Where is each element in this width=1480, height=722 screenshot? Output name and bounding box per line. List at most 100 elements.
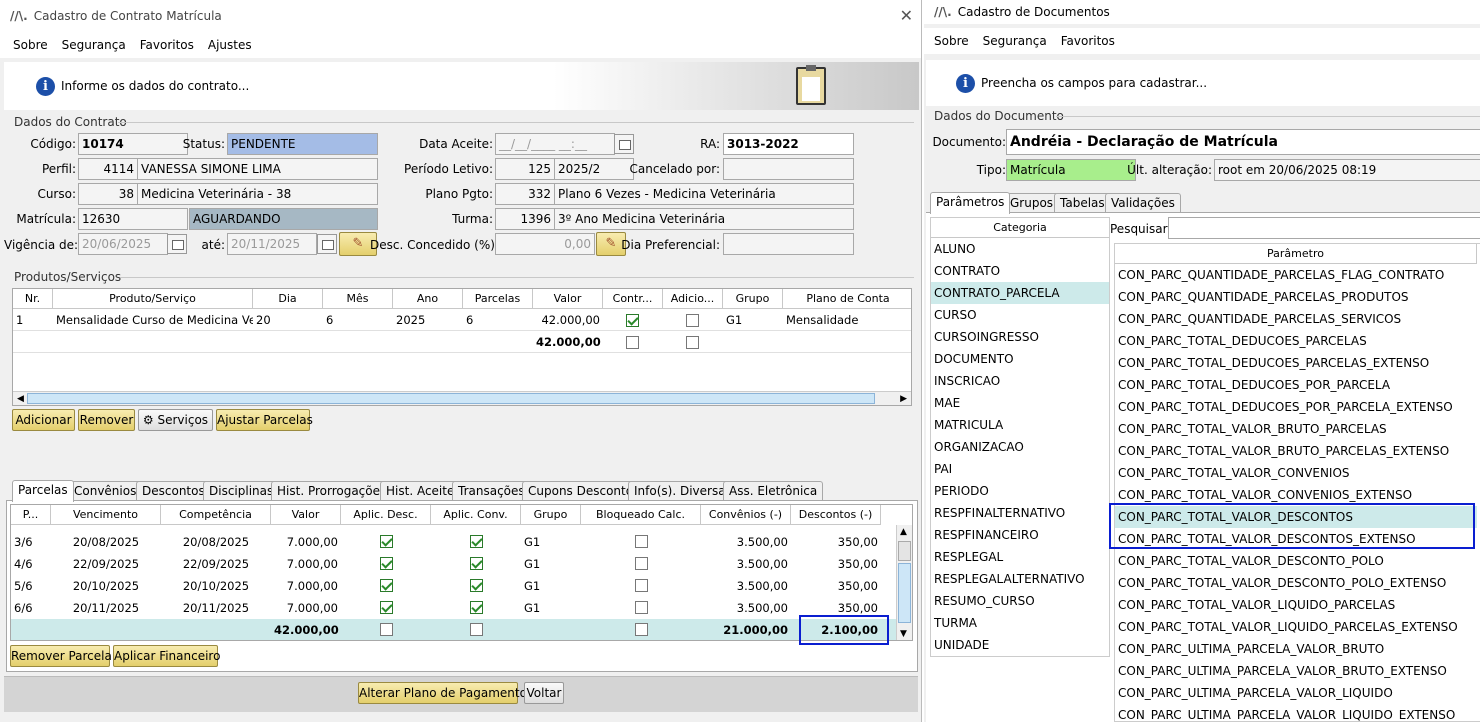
col-header[interactable]: Parcelas <box>463 289 533 309</box>
list-item[interactable]: CON_PARC_TOTAL_DEDUCOES_POR_PARCELA <box>1115 374 1477 396</box>
checkbox[interactable] <box>470 623 483 636</box>
list-item[interactable]: PAI <box>931 458 1109 480</box>
list-item[interactable]: CON_PARC_TOTAL_VALOR_BRUTO_PARCELAS <box>1115 418 1477 440</box>
plano-name-field[interactable]: Plano 6 Vezes - Medicina Veterinária <box>554 183 854 205</box>
col-header[interactable]: Descontos (-) <box>791 505 881 525</box>
tab-grupos[interactable]: Grupos <box>1004 193 1060 213</box>
tab-ass-eletronica[interactable]: Ass. Eletrônica <box>723 481 824 501</box>
list-item[interactable]: CURSO <box>931 304 1109 326</box>
col-header[interactable]: Dia <box>253 289 323 309</box>
categoria-header[interactable]: Categoria <box>931 218 1109 238</box>
list-item[interactable]: CON_PARC_QUANTIDADE_PARCELAS_PRODUTOS <box>1115 286 1477 308</box>
checkbox[interactable] <box>470 579 483 592</box>
checkbox[interactable] <box>635 557 648 570</box>
cancelado-field[interactable] <box>723 158 854 180</box>
codigo-field[interactable]: 10174 <box>78 133 188 155</box>
list-item[interactable]: CONTRATO_PARCELA <box>931 282 1109 304</box>
tab-tabelas[interactable]: Tabelas <box>1054 193 1111 213</box>
tab-hist-aceite[interactable]: Hist. Aceite <box>380 481 461 501</box>
list-item[interactable]: TURMA <box>931 612 1109 634</box>
list-item[interactable]: CON_PARC_TOTAL_VALOR_CONVENIOS <box>1115 462 1477 484</box>
checkbox[interactable] <box>635 535 648 548</box>
desc-concedido-field[interactable]: 0,00 <box>495 233 595 255</box>
vertical-scrollbar[interactable]: ▲ ▼ <box>896 525 912 640</box>
col-header[interactable]: Valor <box>533 289 603 309</box>
col-header[interactable]: Nr. <box>13 289 53 309</box>
checkbox[interactable] <box>470 601 483 614</box>
close-icon[interactable]: ✕ <box>900 6 913 25</box>
list-item[interactable]: ORGANIZACAO <box>931 436 1109 458</box>
perfil-id-field[interactable]: 4114 <box>78 158 138 180</box>
col-header[interactable]: Competência <box>161 505 271 525</box>
remover-button[interactable]: Remover <box>78 409 135 431</box>
col-header[interactable]: Plano de Conta <box>783 289 911 309</box>
checkbox[interactable] <box>380 601 393 614</box>
table-total-row[interactable]: 42.000,00 21.000,00 2.100,00 <box>11 619 897 640</box>
tab-parametros[interactable]: Parâmetros <box>930 192 1011 214</box>
list-item[interactable]: CON_PARC_TOTAL_VALOR_LIQUIDO_PARCELAS <box>1115 594 1477 616</box>
table-row[interactable]: 1 Mensalidade Curso de Medicina Ve... 20… <box>13 309 911 331</box>
list-item[interactable]: CON_PARC_QUANTIDADE_PARCELAS_SERVICOS <box>1115 308 1477 330</box>
curso-name-field[interactable]: Medicina Veterinária - 38 <box>137 183 378 205</box>
adicionar-button[interactable]: Adicionar <box>12 409 75 431</box>
calendar-icon[interactable] <box>167 234 187 254</box>
col-header[interactable]: Aplic. Conv. <box>431 505 521 525</box>
col-header[interactable]: P... <box>11 505 51 525</box>
search-input[interactable] <box>1168 217 1480 239</box>
list-item[interactable]: CON_PARC_TOTAL_DEDUCOES_PARCELAS_EXTENSO <box>1115 352 1477 374</box>
checkbox[interactable] <box>380 579 393 592</box>
list-item[interactable]: DOCUMENTO <box>931 348 1109 370</box>
checkbox[interactable] <box>380 623 393 636</box>
checkbox[interactable] <box>470 535 483 548</box>
list-item[interactable]: CONTRATO <box>931 260 1109 282</box>
list-item[interactable]: CON_PARC_TOTAL_VALOR_DESCONTO_POLO_EXTEN… <box>1115 572 1477 594</box>
checkbox[interactable] <box>380 535 393 548</box>
checkbox[interactable] <box>635 579 648 592</box>
menu-sobre[interactable]: Sobre <box>13 38 48 52</box>
col-header[interactable]: Adicio... <box>663 289 723 309</box>
checkbox[interactable] <box>626 336 639 349</box>
table-row[interactable]: 3/6 20/08/2025 20/08/2025 7.000,00 G1 3.500,0… <box>11 531 897 553</box>
tab-validacoes[interactable]: Validações <box>1105 193 1181 213</box>
matricula-id-field[interactable]: 12630 <box>78 208 188 230</box>
col-header[interactable]: Bloqueado Calc. <box>581 505 701 525</box>
list-item[interactable]: CON_PARC_ULTIMA_PARCELA_VALOR_LIQUIDO <box>1115 682 1477 704</box>
perfil-name-field[interactable]: VANESSA SIMONE LIMA <box>137 158 378 180</box>
list-item[interactable]: CON_PARC_TOTAL_DEDUCOES_POR_PARCELA_EXTE… <box>1115 396 1477 418</box>
checkbox[interactable] <box>686 314 699 327</box>
tab-infos-diversas[interactable]: Info(s). Diversas <box>628 481 738 501</box>
ra-field[interactable]: 3013-2022 <box>723 133 854 155</box>
curso-id-field[interactable]: 38 <box>78 183 138 205</box>
list-item[interactable]: CON_PARC_TOTAL_VALOR_LIQUIDO_PARCELAS_EX… <box>1115 616 1477 638</box>
ajustar-parcelas-button[interactable]: Ajustar Parcelas <box>216 409 313 431</box>
table-row[interactable]: 4/6 22/09/2025 22/09/2025 7.000,00 G1 3.500,0… <box>11 553 897 575</box>
list-item[interactable]: CON_PARC_TOTAL_VALOR_BRUTO_PARCELAS_EXTE… <box>1115 440 1477 462</box>
col-header[interactable]: Vencimento <box>51 505 161 525</box>
list-item[interactable]: RESPLEGAL <box>931 546 1109 568</box>
list-item[interactable]: UNIDADE <box>931 634 1109 656</box>
tipo-field[interactable]: Matrícula <box>1006 159 1136 181</box>
list-item[interactable]: CURSOINGRESSO <box>931 326 1109 348</box>
checkbox[interactable] <box>635 601 648 614</box>
list-item[interactable]: CON_PARC_QUANTIDADE_PARCELAS_FLAG_CONTRA… <box>1115 264 1477 286</box>
col-header[interactable]: Produto/Serviço <box>53 289 253 309</box>
tab-parcelas[interactable]: Parcelas <box>12 480 74 502</box>
tab-convenios[interactable]: Convênios <box>68 481 143 501</box>
table-row[interactable]: 6/6 20/11/2025 20/11/2025 7.000,00 G1 3.500,0… <box>11 597 897 619</box>
list-item[interactable]: CON_PARC_ULTIMA_PARCELA_VALOR_LIQUIDO_EX… <box>1115 704 1477 721</box>
list-item[interactable]: MATRICULA <box>931 414 1109 436</box>
horizontal-scrollbar[interactable]: ◀ ▶ <box>13 391 911 405</box>
menu-seguranca[interactable]: Segurança <box>62 38 126 52</box>
tab-transacoes[interactable]: Transações <box>452 481 531 501</box>
list-item[interactable]: CON_PARC_ULTIMA_PARCELA_VALOR_BRUTO <box>1115 638 1477 660</box>
remover-parcela-button[interactable]: Remover Parcela <box>10 645 112 667</box>
list-item[interactable]: RESPFINANCEIRO <box>931 524 1109 546</box>
menu-favoritos[interactable]: Favoritos <box>140 38 194 52</box>
list-item[interactable]: ALUNO <box>931 238 1109 260</box>
calendar-icon[interactable] <box>317 234 337 254</box>
list-item[interactable]: RESUMO_CURSO <box>931 590 1109 612</box>
menu-sobre[interactable]: Sobre <box>934 34 969 48</box>
list-item[interactable]: INSCRICAO <box>931 370 1109 392</box>
servicos-button[interactable]: ⚙ Serviços <box>138 409 213 431</box>
menu-seguranca[interactable]: Segurança <box>983 34 1047 48</box>
